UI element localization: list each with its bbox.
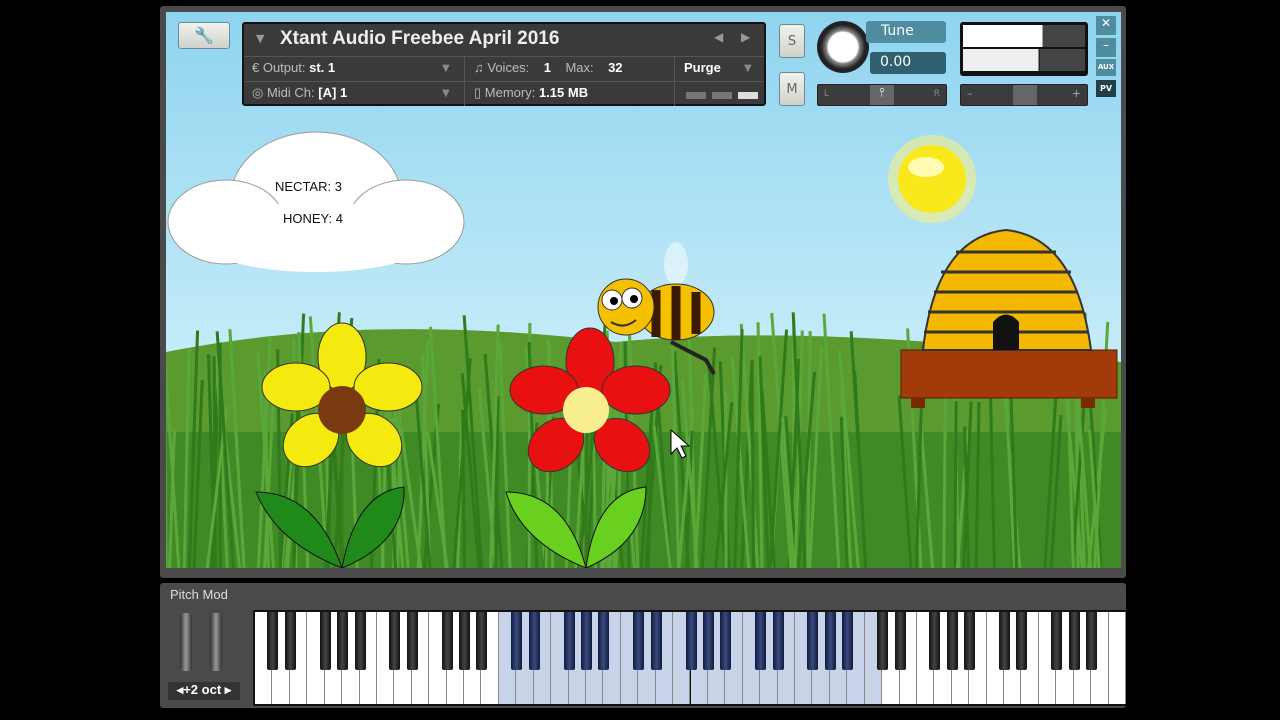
black-key[interactable] — [1086, 612, 1097, 670]
nectar-counter: NECTAR: 3 — [275, 179, 342, 194]
instrument-header: ▼ Xtant Audio Freebee April 2016 ◀ ▶ € O… — [242, 22, 766, 106]
white-key[interactable] — [1109, 612, 1126, 704]
pan-right-label: R — [934, 89, 940, 99]
black-key[interactable] — [877, 612, 888, 670]
collapse-arrow-icon[interactable]: ▼ — [256, 32, 264, 45]
output-selector[interactable]: € Output: st. 1 — [252, 60, 335, 75]
pitch-mod-label: Pitch Mod — [170, 587, 228, 602]
black-key[interactable] — [755, 612, 766, 670]
volume-slider[interactable]: – + — [960, 84, 1088, 106]
black-key[interactable] — [581, 612, 592, 670]
pv-button[interactable]: PV — [1096, 80, 1116, 97]
instrument-title: Xtant Audio Freebee April 2016 — [280, 28, 559, 50]
black-key[interactable] — [511, 612, 522, 670]
black-key[interactable] — [355, 612, 366, 670]
black-key[interactable] — [598, 612, 609, 670]
volume-handle[interactable] — [1013, 85, 1037, 105]
pan-handle[interactable]: ⫯ — [870, 85, 894, 105]
close-button[interactable]: ✕ — [1096, 16, 1116, 35]
black-key[interactable] — [1051, 612, 1062, 670]
black-key[interactable] — [564, 612, 575, 670]
octave-value: +2 oct — [183, 682, 221, 697]
voices-display: ♫ Voices: 1 Max: 32 — [474, 60, 623, 75]
black-key[interactable] — [633, 612, 644, 670]
black-key[interactable] — [703, 612, 714, 670]
tune-knob[interactable] — [817, 21, 869, 73]
black-key[interactable] — [686, 612, 697, 670]
mod-wheel[interactable] — [210, 613, 222, 671]
aux-button[interactable]: AUX — [1096, 59, 1116, 76]
black-key[interactable] — [929, 612, 940, 670]
black-key[interactable] — [267, 612, 278, 670]
black-key[interactable] — [389, 612, 400, 670]
black-key[interactable] — [842, 612, 853, 670]
black-key[interactable] — [773, 612, 784, 670]
level-meter — [960, 22, 1088, 76]
tune-value[interactable]: 0.00 — [870, 52, 946, 74]
black-key[interactable] — [720, 612, 731, 670]
black-key[interactable] — [337, 612, 348, 670]
prev-instrument-icon[interactable]: ◀ — [714, 30, 723, 44]
tune-label: Tune — [866, 21, 946, 43]
memory-display: ▯ Memory: 1.15 MB — [474, 85, 588, 101]
black-key[interactable] — [1016, 612, 1027, 670]
black-key[interactable] — [407, 612, 418, 670]
black-key[interactable] — [825, 612, 836, 670]
cloud — [168, 132, 464, 272]
solo-button[interactable]: S — [779, 24, 805, 58]
black-key[interactable] — [964, 612, 975, 670]
volume-plus-label: + — [1072, 87, 1081, 100]
black-key[interactable] — [651, 612, 662, 670]
wrench-icon-button[interactable]: 🔧 — [178, 22, 230, 49]
black-key[interactable] — [999, 612, 1010, 670]
black-key[interactable] — [442, 612, 453, 670]
black-key[interactable] — [320, 612, 331, 670]
midi-dropdown-icon[interactable]: ▼ — [442, 88, 450, 99]
volume-minus-label: – — [967, 87, 973, 100]
black-key[interactable] — [529, 612, 540, 670]
sun — [888, 135, 976, 223]
black-key[interactable] — [947, 612, 958, 670]
black-key[interactable] — [1069, 612, 1080, 670]
black-key[interactable] — [895, 612, 906, 670]
purge-dropdown-icon[interactable]: ▼ — [744, 63, 752, 74]
pitch-wheel[interactable] — [180, 613, 192, 671]
midi-channel-selector[interactable]: ◎ Midi Ch: [A] 1 — [252, 85, 347, 101]
piano-keyboard[interactable] — [253, 610, 1126, 706]
black-key[interactable] — [476, 612, 487, 670]
beehive — [901, 230, 1117, 408]
pan-left-label: L — [824, 89, 829, 99]
black-key[interactable] — [807, 612, 818, 670]
black-key[interactable] — [459, 612, 470, 670]
octave-shift[interactable]: ◂+2 oct ▸ — [168, 682, 240, 700]
mute-button[interactable]: M — [779, 72, 805, 106]
purge-menu[interactable]: Purge — [684, 60, 721, 75]
honey-counter: HONEY: 4 — [283, 211, 343, 226]
pan-slider[interactable]: L ⫯ R — [817, 84, 947, 106]
black-key[interactable] — [285, 612, 296, 670]
output-dropdown-icon[interactable]: ▼ — [442, 63, 450, 74]
next-instrument-icon[interactable]: ▶ — [741, 30, 750, 44]
minimize-button[interactable]: – — [1096, 38, 1116, 57]
